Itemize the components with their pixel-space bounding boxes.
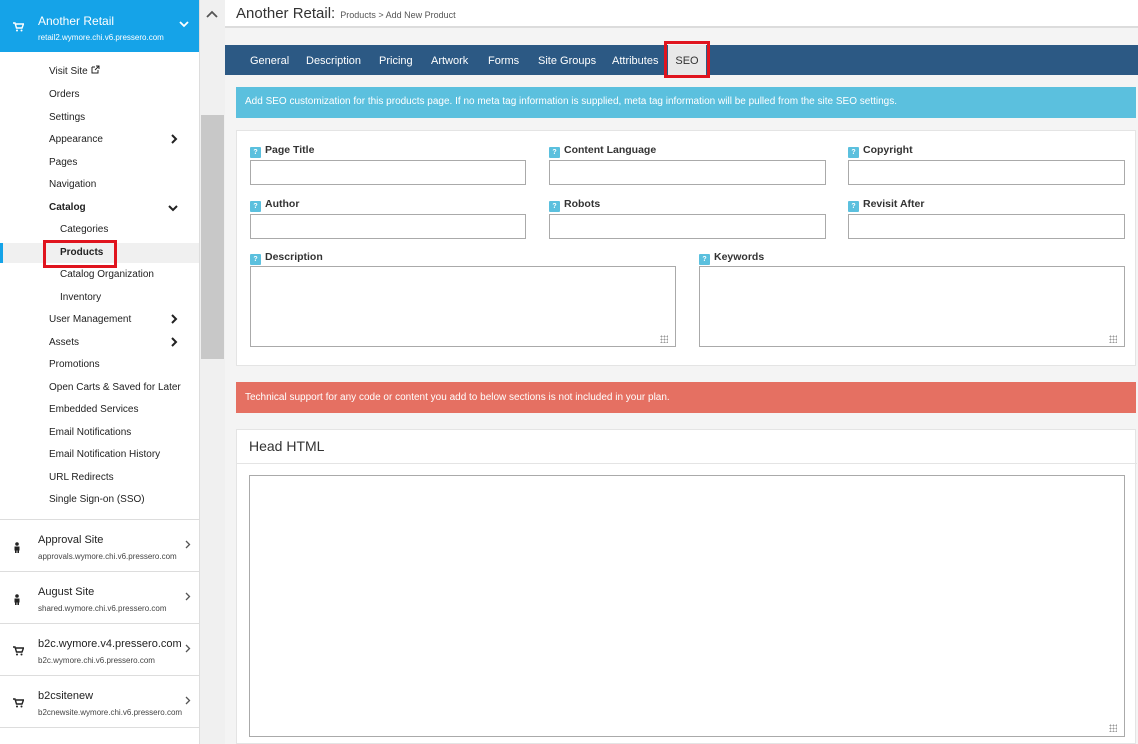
keywords-textarea[interactable] [699,266,1125,347]
breadcrumb-separator: > [378,10,384,20]
menu-item-settings[interactable]: Settings [0,108,199,128]
menu-item-assets[interactable]: Assets [0,333,199,353]
help-icon[interactable]: ? [848,201,859,212]
cart-icon [13,698,25,711]
author-label: ? Author [250,198,299,212]
chevron-right-icon [185,540,191,552]
site-next[interactable] [0,727,199,744]
menu-item-categories[interactable]: Categories [0,220,199,240]
tab-artwork[interactable]: Artwork [431,45,468,75]
menu-item-appearance[interactable]: Appearance [0,130,199,150]
content-language-label: ? Content Language [549,144,656,158]
scrollbar-thumb[interactable] [201,115,224,359]
menu-item-pages[interactable]: Pages [0,153,199,173]
support-warning-message: Technical support for any code or conten… [236,382,1136,413]
chevron-right-icon [185,644,191,656]
robots-input[interactable] [549,214,826,239]
help-icon[interactable]: ? [549,147,560,158]
resize-handle-icon[interactable] [660,335,668,343]
chevron-right-icon [171,333,178,353]
cart-icon [13,646,25,659]
help-icon[interactable]: ? [250,201,261,212]
chevron-right-icon [171,130,178,150]
menu-item-sso[interactable]: Single Sign-on (SSO) [0,490,199,510]
site-b2c[interactable]: b2c.wymore.v4.pressero.com b2c.wymore.ch… [0,623,199,675]
help-icon[interactable]: ? [549,201,560,212]
content-language-input[interactable] [549,160,826,185]
breadcrumb: Products > Add New Product [340,10,455,20]
products-highlight [43,240,117,268]
chevron-right-icon [185,696,191,708]
sidebar-scrollbar[interactable] [200,0,225,744]
menu-item-catalog-organization[interactable]: Catalog Organization [0,265,199,285]
help-icon[interactable]: ? [848,147,859,158]
description-textarea[interactable] [250,266,676,347]
menu-item-user-management[interactable]: User Management [0,310,199,330]
tab-attributes[interactable]: Attributes [612,45,658,75]
tab-general[interactable]: General [250,45,289,75]
chevron-right-icon [171,310,178,330]
revisit-after-label: ? Revisit After [848,198,924,212]
description-label: ? Description [250,251,323,265]
menu-item-orders[interactable]: Orders [0,85,199,105]
active-site-url: retail2.wymore.chi.v6.pressero.com [38,33,164,42]
seo-form-panel: ? Page Title ? Content Language ? Copyright… [236,130,1136,366]
copyright-input[interactable] [848,160,1125,185]
head-html-panel: Head HTML [236,429,1137,744]
external-link-icon [91,65,100,77]
active-site-name: Another Retail [38,14,115,28]
chevron-down-icon[interactable] [179,20,189,31]
head-html-textarea[interactable] [249,475,1125,737]
resize-handle-icon[interactable] [1109,724,1117,732]
sidebar: Another Retail retail2.wymore.chi.v6.pre… [0,0,200,744]
tab-pricing[interactable]: Pricing [379,45,413,75]
menu-item-open-carts[interactable]: Open Carts & Saved for Later [0,378,199,398]
main-content: Another Retail: Products > Add New Produ… [225,0,1138,744]
revisit-after-input[interactable] [848,214,1125,239]
active-site-header[interactable]: Another Retail retail2.wymore.chi.v6.pre… [0,0,199,52]
seo-info-message: Add SEO customization for this products … [236,87,1136,118]
menu-item-navigation[interactable]: Navigation [0,175,199,195]
cart-icon [13,22,25,35]
keywords-label: ? Keywords [699,251,764,265]
menu-item-inventory[interactable]: Inventory [0,288,199,308]
tab-description[interactable]: Description [306,45,361,75]
breadcrumb-page: Add New Product [385,10,456,20]
tab-site-groups[interactable]: Site Groups [538,45,596,75]
help-icon[interactable]: ? [699,254,710,265]
robots-label: ? Robots [549,198,600,212]
menu-item-catalog[interactable]: Catalog [0,198,199,218]
site-approval[interactable]: Approval Site approvals.wymore.chi.v6.pr… [0,519,199,571]
chevron-down-icon [168,198,178,218]
divider [237,463,1137,464]
menu-item-embedded-services[interactable]: Embedded Services [0,400,199,420]
person-icon [13,594,21,608]
menu-item-visit-site[interactable]: Visit Site [0,62,199,82]
author-input[interactable] [250,214,526,239]
head-html-title: Head HTML [249,438,325,454]
person-icon [13,542,21,556]
site-august[interactable]: August Site shared.wymore.chi.v6.presser… [0,571,199,623]
page-title-label: ? Page Title [250,144,314,158]
menu-item-promotions[interactable]: Promotions [0,355,199,375]
page-title-input[interactable] [250,160,526,185]
resize-handle-icon[interactable] [1109,335,1117,343]
menu-item-email-notifications[interactable]: Email Notifications [0,423,199,443]
tab-forms[interactable]: Forms [488,45,519,75]
menu-item-url-redirects[interactable]: URL Redirects [0,468,199,488]
page-title: Another Retail: [236,5,336,22]
help-icon[interactable]: ? [250,254,261,265]
chevron-up-icon[interactable] [206,7,218,21]
menu-item-email-notification-history[interactable]: Email Notification History [0,445,199,465]
chevron-right-icon [185,592,191,604]
help-icon[interactable]: ? [250,147,261,158]
copyright-label: ? Copyright [848,144,913,158]
site-b2csitenew[interactable]: b2csitenew b2cnewsite.wymore.chi.v6.pres… [0,675,199,727]
breadcrumb-section[interactable]: Products [340,10,376,20]
seo-tab-highlight [664,41,710,78]
page-header: Another Retail: Products > Add New Produ… [225,0,1138,28]
